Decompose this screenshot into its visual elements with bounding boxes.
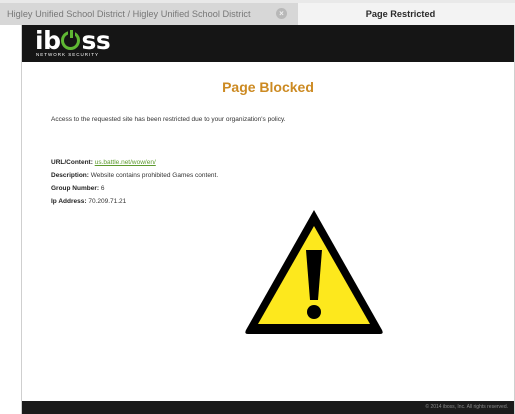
tab-label: Page Restricted xyxy=(365,9,436,19)
footer: © 2014 iboss, Inc. All rights reserved. xyxy=(22,401,514,414)
detail-ip-address: Ip Address: 70.209.71.21 xyxy=(51,198,127,205)
browser-tab-bar: Higley Unified School District / Higley … xyxy=(0,0,515,25)
block-details: URL/Content: us.battle.net/wow/en/ Descr… xyxy=(51,156,218,208)
power-icon xyxy=(61,28,81,50)
page-title: Page Blocked xyxy=(222,79,314,95)
tab-page-restricted[interactable]: Page Restricted xyxy=(298,3,515,25)
header: ib ss NETWORK SECURITY xyxy=(22,25,514,62)
detail-group-number: Group Number: 6 xyxy=(51,185,105,192)
tab-label: Higley Unified School District / Higley … xyxy=(7,9,251,19)
logo-tagline: NETWORK SECURITY xyxy=(36,52,100,57)
iboss-logo: ib ss xyxy=(35,26,111,55)
copyright-text: © 2014 iboss, Inc. All rights reserved. xyxy=(425,404,508,410)
restriction-message: Access to the requested site has been re… xyxy=(51,116,286,123)
page-content: ib ss NETWORK SECURITY Page Blocked Acces… xyxy=(21,25,515,414)
close-icon[interactable]: × xyxy=(276,8,287,19)
tab-higley[interactable]: Higley Unified School District / Higley … xyxy=(0,3,298,25)
warning-triangle-icon xyxy=(245,210,383,334)
blocked-url-link[interactable]: us.battle.net/wow/en/ xyxy=(95,159,156,166)
detail-url: URL/Content: us.battle.net/wow/en/ xyxy=(51,159,156,166)
detail-description: Description: Website contains prohibited… xyxy=(51,172,219,179)
